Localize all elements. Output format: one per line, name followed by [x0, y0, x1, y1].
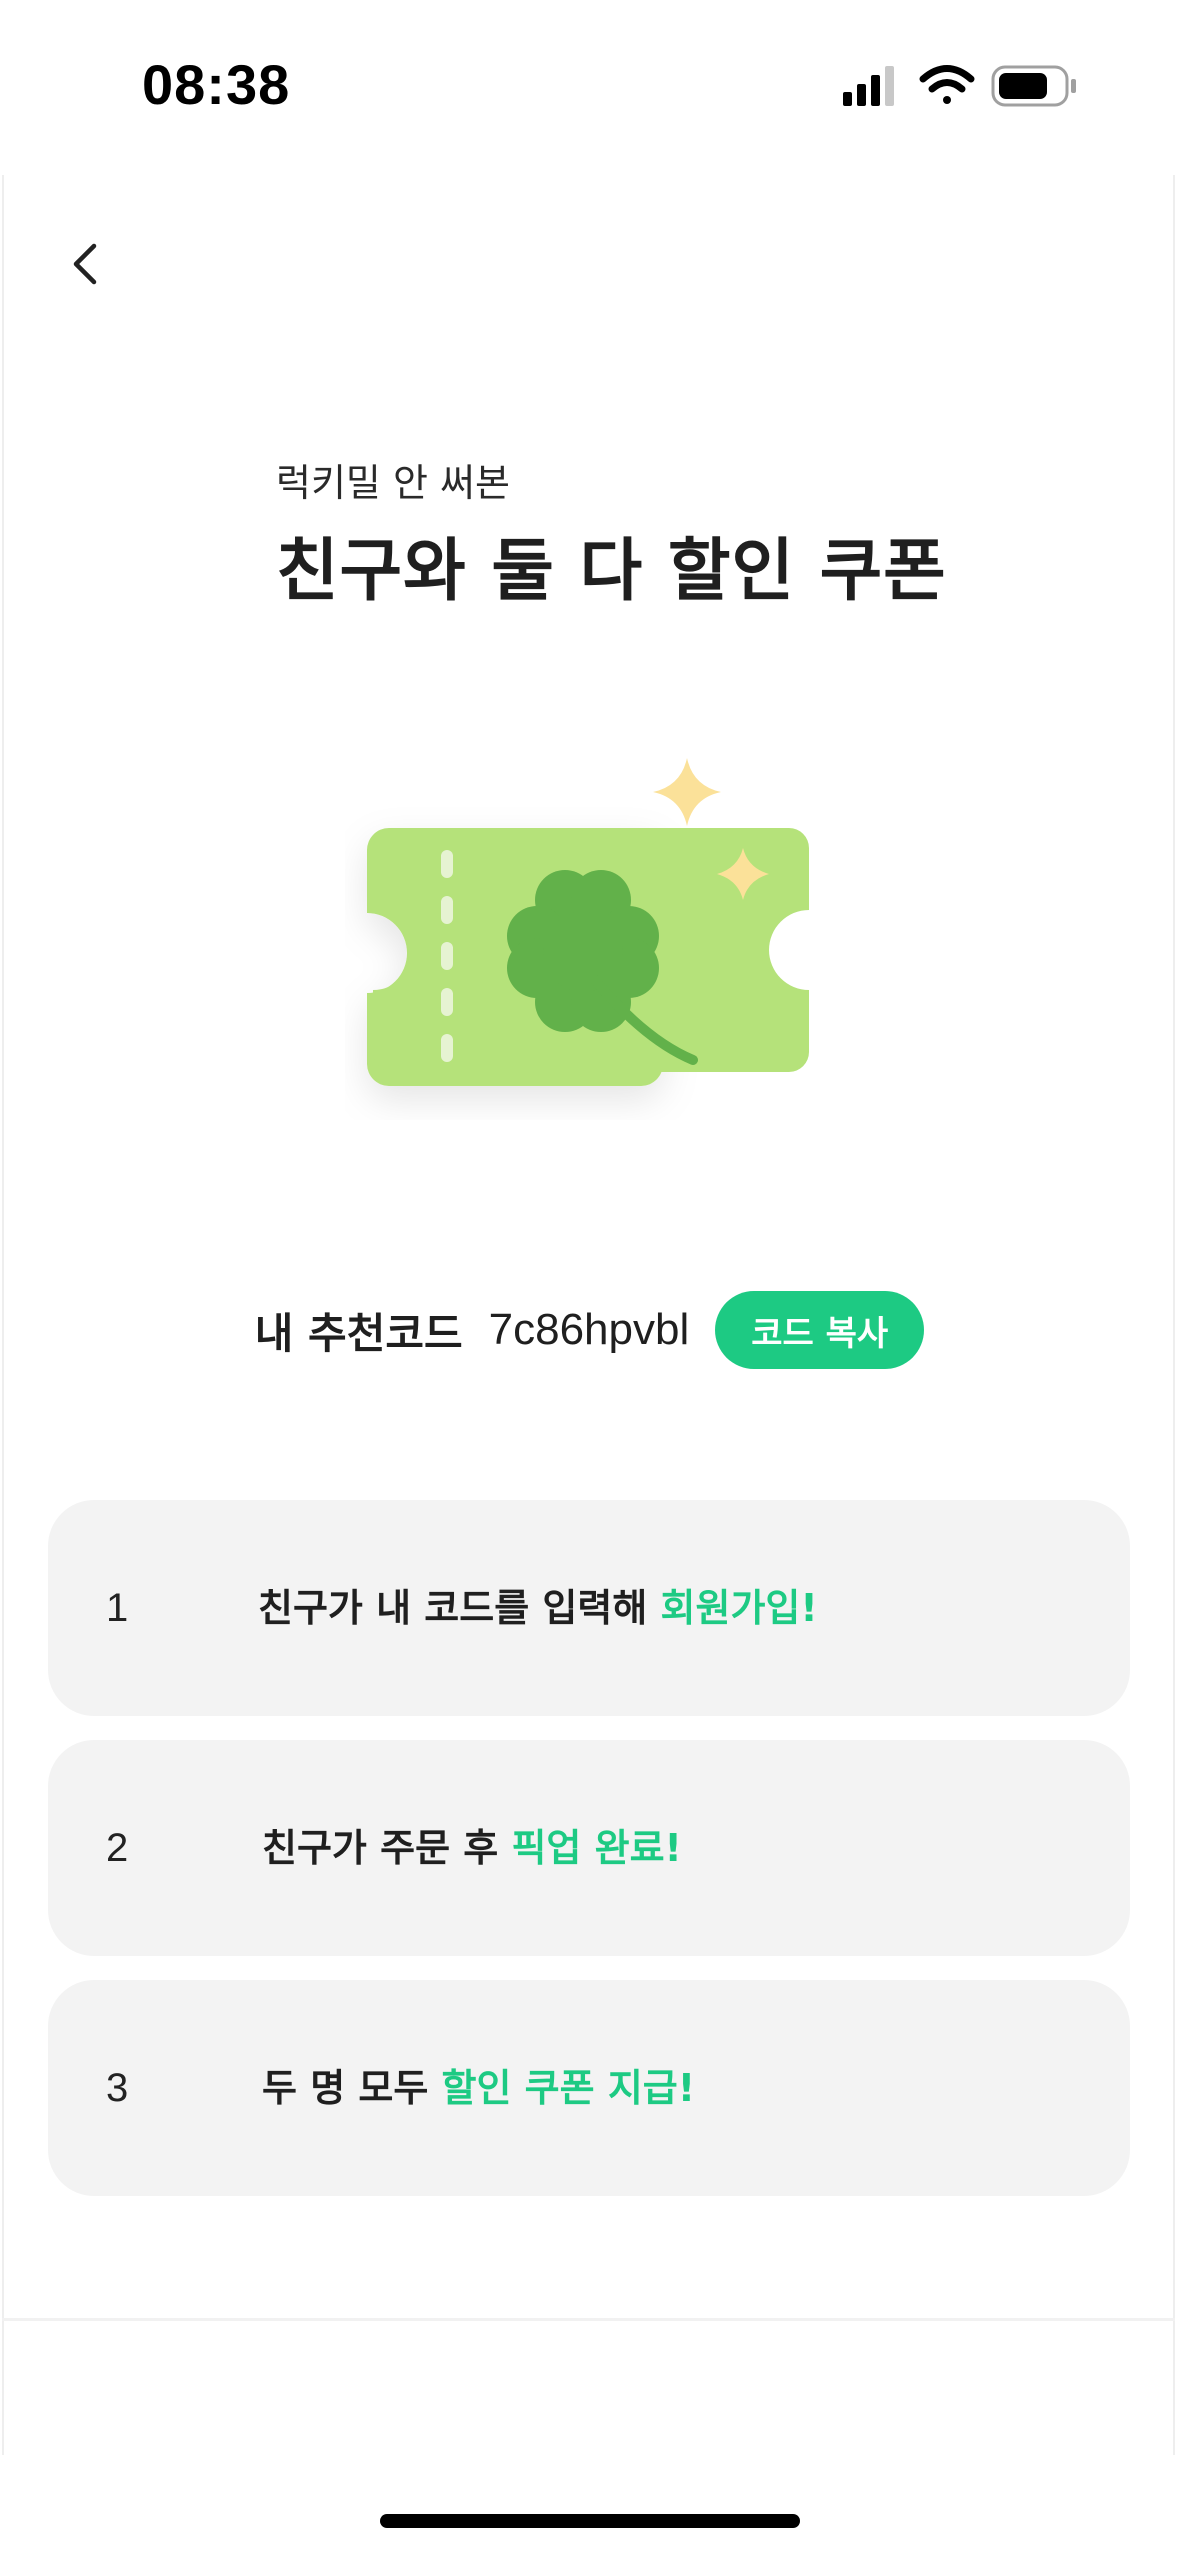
step-number: 1	[106, 1586, 129, 1630]
step-text-highlight: 회원가입!	[660, 1586, 818, 1630]
step-number: 2	[106, 1826, 129, 1870]
hero-title: 친구와 둘 다 할인 쿠폰	[276, 532, 947, 611]
step-text-main: 두 명 모두	[262, 2066, 442, 2110]
step-text: 두 명 모두 할인 쿠폰 지급!	[262, 1980, 695, 2196]
step-number: 3	[106, 2066, 129, 2110]
step-text-highlight: 픽업 완료!	[511, 1826, 682, 1870]
clover-ticket-illustration	[345, 740, 845, 1120]
steps-list: 1 친구가 내 코드를 입력해 회원가입! 2 친구가 주문 후 픽업 완료! …	[48, 1500, 1130, 2220]
battery-icon	[991, 65, 1076, 107]
cellular-signal-icon	[843, 66, 894, 106]
step-card: 1 친구가 내 코드를 입력해 회원가입!	[48, 1500, 1130, 1716]
referral-code-value: 7c86hpvbl	[488, 1305, 690, 1354]
referral-code-label: 내 추천코드	[254, 1308, 463, 1358]
status-time: 08:38	[142, 53, 291, 116]
status-bar: 08:38	[0, 0, 1179, 170]
step-text-main: 친구가 내 코드를 입력해	[258, 1586, 661, 1630]
step-card: 3 두 명 모두 할인 쿠폰 지급!	[48, 1980, 1130, 2196]
step-text: 친구가 주문 후 픽업 완료!	[262, 1740, 682, 1956]
wifi-icon	[919, 65, 975, 104]
back-button[interactable]	[56, 232, 120, 296]
copy-code-button[interactable]: 코드 복사	[715, 1291, 925, 1369]
step-text-highlight: 할인 쿠폰 지급!	[441, 2066, 696, 2110]
step-card: 2 친구가 주문 후 픽업 완료!	[48, 1740, 1130, 1956]
home-indicator	[380, 2514, 800, 2528]
footer-divider	[2, 2318, 1175, 2321]
step-text: 친구가 내 코드를 입력해 회원가입!	[258, 1500, 818, 1716]
step-text-main: 친구가 주문 후	[262, 1826, 512, 1870]
referral-code-row: 내 추천코드 7c86hpvbl 코드 복사	[0, 1290, 1179, 1370]
status-icons	[843, 62, 1083, 112]
chevron-left-icon	[73, 243, 97, 285]
hero-subtitle: 럭키밀 안 써본	[276, 461, 510, 505]
